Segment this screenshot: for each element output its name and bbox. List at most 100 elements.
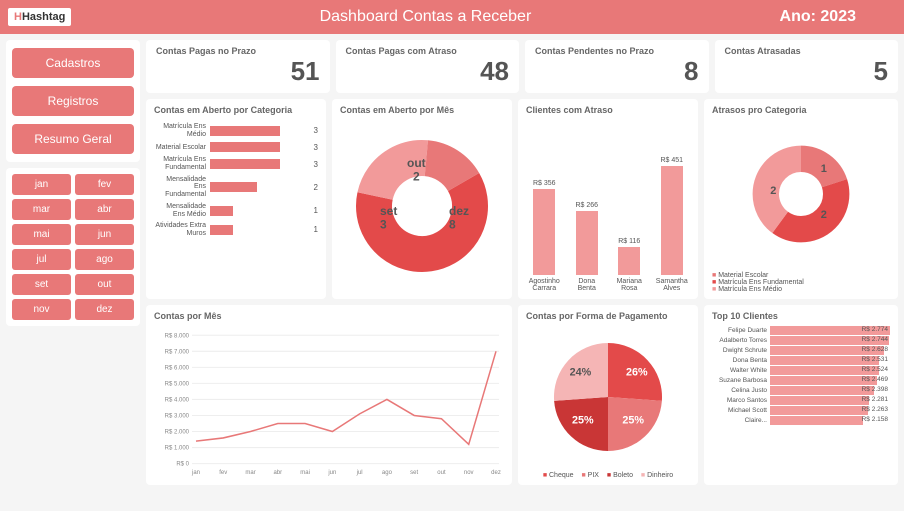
hbar-row: Atividades Extra Muros1 [154, 222, 318, 237]
svg-text:set: set [380, 204, 397, 218]
kpi-row: Contas Pagas no Prazo51 Contas Pagas com … [146, 40, 898, 93]
card-forma-pagamento: Contas por Forma de Pagamento 26% 25% 25… [518, 305, 698, 485]
svg-text:R$ 6.000: R$ 6.000 [165, 364, 190, 371]
month-dez[interactable]: dez [75, 299, 134, 320]
hbar-row: Matrícula Ens Fundamental3 [154, 156, 318, 171]
kpi-value: 48 [346, 56, 510, 87]
month-out[interactable]: out [75, 274, 134, 295]
top10-row: Dwight SchruteR$ 2.628 [712, 346, 890, 355]
kpi-card: Contas Atrasadas5 [715, 40, 899, 93]
hbar-chart: Matrícula Ens Médio3 Material Escolar3 Mat… [154, 119, 318, 242]
month-abr[interactable]: abr [75, 199, 134, 220]
sidebar: Cadastros Registros Resumo Geral janfevmar… [6, 40, 140, 485]
vbar-col: R$ 116Mariana Rosa [614, 238, 644, 293]
card-title: Atrasos pro Categoria [712, 105, 890, 115]
svg-text:R$ 1.000: R$ 1.000 [165, 445, 190, 452]
svg-text:mai: mai [300, 469, 310, 476]
month-filter-panel: janfevmarabrmaijunjulagosetoutnovdez [6, 168, 140, 326]
year-label: Ano: 2023 [780, 8, 856, 26]
svg-text:8: 8 [449, 218, 456, 232]
month-mai[interactable]: mai [12, 224, 71, 245]
card-atrasos-categoria: Atrasos pro Categoria 1 2 2 Material Esc… [704, 99, 898, 299]
nav-registros[interactable]: Registros [12, 86, 134, 116]
svg-text:nov: nov [464, 469, 475, 476]
svg-text:jan: jan [191, 469, 200, 476]
month-set[interactable]: set [12, 274, 71, 295]
card-top10: Top 10 Clientes Felipe DuarteR$ 2.774Ada… [704, 305, 898, 485]
top10-row: Suzane BarbosaR$ 2.469 [712, 376, 890, 385]
svg-text:R$ 3.000: R$ 3.000 [165, 412, 190, 419]
card-title: Clientes com Atraso [526, 105, 690, 115]
kpi-label: Contas Pendentes no Prazo [535, 46, 699, 56]
top10-chart: Felipe DuarteR$ 2.774Adalberto TorresR$ … [712, 325, 890, 479]
kpi-label: Contas Pagas no Prazo [156, 46, 320, 56]
svg-text:mar: mar [245, 469, 255, 476]
month-fev[interactable]: fev [75, 174, 134, 195]
svg-text:jul: jul [356, 469, 363, 476]
card-title: Contas por Forma de Pagamento [526, 311, 690, 321]
svg-text:R$ 4.000: R$ 4.000 [165, 396, 190, 403]
kpi-value: 51 [156, 56, 320, 87]
card-contas-aberto-mes: Contas em Aberto por Mês dez 8 set 3 out… [332, 99, 512, 299]
top10-row: Dona BentaR$ 2.531 [712, 356, 890, 365]
month-ago[interactable]: ago [75, 249, 134, 270]
card-clientes-atraso: Clientes com Atraso R$ 356Agostinho Carr… [518, 99, 698, 299]
legend: Cheque PIX Boleto Dinheiro [526, 472, 690, 479]
kpi-card: Contas Pendentes no Prazo8 [525, 40, 709, 93]
svg-text:3: 3 [380, 218, 387, 232]
top10-row: Marco SantosR$ 2.281 [712, 396, 890, 405]
kpi-card: Contas Pagas com Atraso48 [336, 40, 520, 93]
nav-resumo geral[interactable]: Resumo Geral [12, 124, 134, 154]
header: HHashtag Dashboard Contas a Receber Ano:… [0, 0, 904, 34]
svg-text:fev: fev [219, 469, 228, 476]
svg-text:R$ 8.000: R$ 8.000 [165, 332, 190, 339]
svg-text:jun: jun [327, 469, 336, 476]
svg-text:25%: 25% [622, 414, 644, 426]
card-title: Contas em Aberto por Categoria [154, 105, 318, 115]
donut-chart: dez 8 set 3 out 2 [340, 119, 504, 293]
page-title: Dashboard Contas a Receber [71, 8, 779, 26]
month-jan[interactable]: jan [12, 174, 71, 195]
month-mar[interactable]: mar [12, 199, 71, 220]
svg-text:R$ 7.000: R$ 7.000 [165, 348, 190, 355]
donut-chart: 1 2 2 [712, 119, 890, 268]
card-contas-aberto-categoria: Contas em Aberto por Categoria Matrícula… [146, 99, 326, 299]
svg-text:26%: 26% [626, 366, 648, 378]
hbar-row: Mensalidade Ens Fundamental2 [154, 176, 318, 199]
top10-row: Claire...R$ 2.158 [712, 416, 890, 425]
hbar-row: Mensalidade Ens Médio1 [154, 203, 318, 218]
svg-text:R$ 5.000: R$ 5.000 [165, 380, 190, 387]
top10-row: Adalberto TorresR$ 2.744 [712, 336, 890, 345]
svg-text:R$ 0: R$ 0 [176, 461, 189, 468]
svg-text:abr: abr [273, 469, 282, 476]
line-chart: R$ 0 R$ 1.000 R$ 2.000 R$ 3.000 R$ 4.000 R$ 5… [154, 325, 504, 479]
kpi-value: 8 [535, 56, 699, 87]
nav-cadastros[interactable]: Cadastros [12, 48, 134, 78]
svg-text:ago: ago [382, 469, 393, 476]
vbar-chart: R$ 356Agostinho CarraraR$ 266Dona BentaR… [526, 119, 690, 293]
hbar-row: Material Escolar3 [154, 142, 318, 152]
card-contas-por-mes: Contas por Mês R$ 0R$ 1.000R$ 2.000R$ 3.… [146, 305, 512, 485]
vbar-col: R$ 451Samantha Alves [657, 157, 687, 293]
month-nov[interactable]: nov [12, 299, 71, 320]
svg-text:2: 2 [821, 209, 827, 221]
svg-text:out: out [437, 469, 446, 476]
svg-text:dez: dez [491, 469, 501, 476]
svg-text:dez: dez [449, 204, 469, 218]
top10-row: Michael ScottR$ 2.263 [712, 406, 890, 415]
kpi-label: Contas Atrasadas [725, 46, 889, 56]
month-jun[interactable]: jun [75, 224, 134, 245]
svg-text:R$ 2.000: R$ 2.000 [165, 429, 190, 436]
svg-text:2: 2 [413, 170, 420, 184]
svg-text:25%: 25% [572, 414, 594, 426]
kpi-value: 5 [725, 56, 889, 87]
month-jul[interactable]: jul [12, 249, 71, 270]
top10-row: Walter WhiteR$ 2.524 [712, 366, 890, 375]
vbar-col: R$ 266Dona Benta [572, 202, 602, 293]
pie-chart: 26% 25% 25% 24% [526, 325, 690, 468]
svg-text:1: 1 [821, 163, 827, 175]
svg-text:2: 2 [770, 185, 776, 197]
legend: Material EscolarMatrícula Ens Fundamenta… [712, 272, 890, 293]
svg-text:out: out [407, 156, 426, 170]
hbar-row: Matrícula Ens Médio3 [154, 123, 318, 138]
